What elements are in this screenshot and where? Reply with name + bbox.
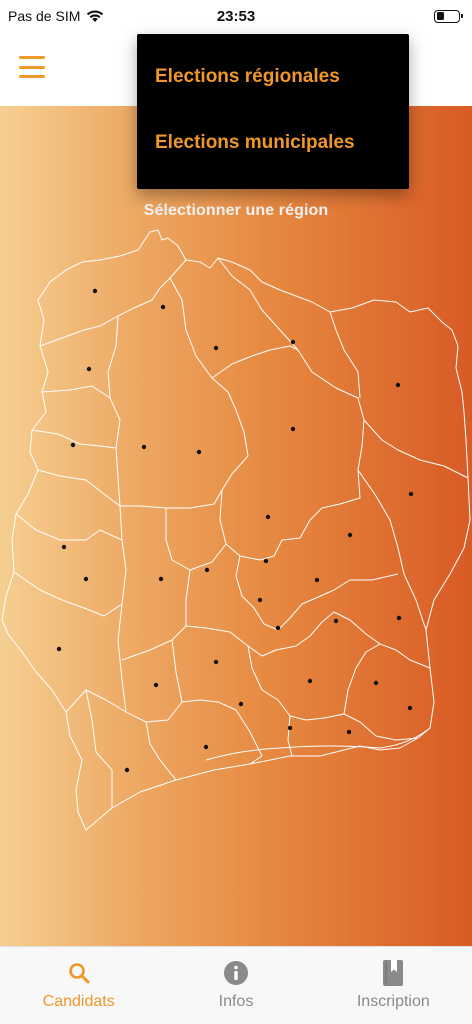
- tab-infos[interactable]: Infos: [157, 947, 314, 1024]
- region-dot[interactable]: [265, 514, 271, 520]
- region-border: [169, 257, 365, 561]
- menu-line: [19, 75, 45, 78]
- region-border: [343, 643, 381, 715]
- region-border: [117, 505, 127, 713]
- region-dot[interactable]: [314, 577, 320, 583]
- map-area: Sélectionner une région: [0, 106, 472, 946]
- region-border: [13, 571, 123, 617]
- region-dot[interactable]: [290, 339, 296, 345]
- battery-fill: [436, 12, 444, 20]
- region-border: [121, 569, 191, 661]
- region-map[interactable]: [0, 226, 472, 846]
- region-dot[interactable]: [83, 576, 89, 582]
- region-dot[interactable]: [346, 729, 352, 735]
- status-bar: Pas de SIM 23:53: [0, 0, 472, 32]
- region-dot[interactable]: [287, 725, 293, 731]
- tab-label: Candidats: [42, 993, 115, 1010]
- region-border: [85, 689, 113, 808]
- battery-icon: [434, 9, 463, 23]
- region-dot[interactable]: [257, 597, 263, 603]
- region-dot[interactable]: [70, 442, 76, 448]
- info-icon: [222, 959, 250, 987]
- region-border: [363, 419, 469, 479]
- region-border: [329, 311, 361, 399]
- region-dot[interactable]: [141, 444, 147, 450]
- region-dot[interactable]: [347, 532, 353, 538]
- region-border: [145, 721, 177, 781]
- bookmark-book-icon: [379, 959, 407, 987]
- region-dot[interactable]: [333, 618, 339, 624]
- region-dot[interactable]: [196, 449, 202, 455]
- region-border: [37, 469, 223, 509]
- region-dot[interactable]: [373, 680, 379, 686]
- tab-candidats[interactable]: Candidats: [0, 947, 157, 1024]
- search-icon: [65, 959, 93, 987]
- menu-line: [19, 56, 45, 59]
- region-border: [357, 469, 427, 631]
- region-dot[interactable]: [263, 558, 269, 564]
- region-border: [41, 385, 111, 399]
- region-border: [165, 508, 227, 571]
- region-border: [185, 611, 431, 669]
- region-dot[interactable]: [238, 701, 244, 707]
- status-left: Pas de SIM: [8, 8, 104, 24]
- region-dot[interactable]: [275, 625, 281, 631]
- region-dot[interactable]: [213, 659, 219, 665]
- region-dot[interactable]: [395, 382, 401, 388]
- region-dot[interactable]: [396, 615, 402, 621]
- menu-item-elections-regionales[interactable]: Elections régionales: [137, 64, 409, 130]
- region-dot[interactable]: [124, 767, 130, 773]
- region-dot[interactable]: [213, 345, 219, 351]
- region-border: [181, 699, 263, 765]
- carrier-label: Pas de SIM: [8, 8, 81, 24]
- region-dot[interactable]: [61, 544, 67, 550]
- election-type-dropdown: Elections régionales Elections municipal…: [137, 34, 409, 189]
- region-dot[interactable]: [153, 682, 159, 688]
- region-dot[interactable]: [204, 567, 210, 573]
- hamburger-menu-icon[interactable]: [16, 54, 48, 80]
- region-dot[interactable]: [290, 426, 296, 432]
- region-border: [235, 555, 399, 631]
- menu-line: [19, 65, 45, 69]
- region-border: [65, 639, 183, 723]
- tab-inscription[interactable]: Inscription: [315, 947, 472, 1024]
- region-dot[interactable]: [158, 576, 164, 582]
- tab-label: Infos: [218, 993, 254, 1010]
- region-dot[interactable]: [408, 491, 414, 497]
- region-border: [205, 727, 431, 761]
- region-border: [211, 345, 299, 379]
- region-border: [107, 315, 121, 507]
- region-dot[interactable]: [203, 744, 209, 750]
- region-dot[interactable]: [307, 678, 313, 684]
- region-border: [287, 715, 293, 757]
- region-border: [15, 513, 123, 541]
- region-dot[interactable]: [160, 304, 166, 310]
- tab-label: Inscription: [356, 993, 430, 1010]
- region-dot[interactable]: [86, 366, 92, 372]
- tab-bar: Candidats Infos Inscription: [0, 946, 472, 1024]
- region-dot[interactable]: [56, 646, 62, 652]
- region-dot[interactable]: [92, 288, 98, 294]
- region-prompt: Sélectionner une région: [143, 202, 329, 219]
- region-border: [247, 645, 419, 741]
- region-dot[interactable]: [407, 705, 413, 711]
- wifi-icon: [86, 9, 104, 23]
- menu-item-elections-municipales[interactable]: Elections municipales: [137, 130, 409, 196]
